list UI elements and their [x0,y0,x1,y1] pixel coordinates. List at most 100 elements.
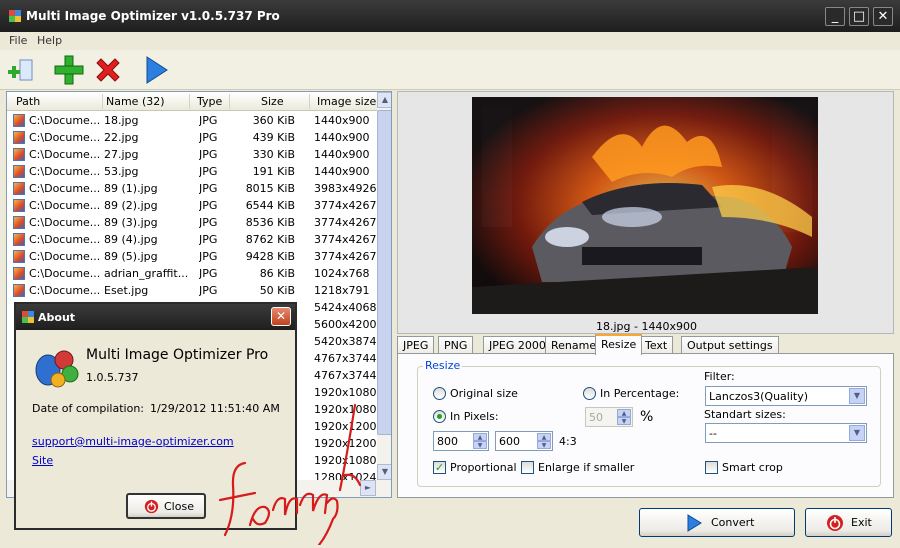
cell-path: C:\Docume... [29,250,101,263]
filter-label: Filter: [704,370,735,383]
tab-resize[interactable]: Resize [595,334,643,355]
standard-sizes-select[interactable]: -- ▼ [705,423,867,443]
in-percentage-radio[interactable] [583,387,596,400]
scroll-up-icon[interactable]: ▲ [377,92,391,108]
column-size[interactable]: Size [261,95,284,108]
table-row[interactable]: C:\Docume... Eset.jpg JPG 50 KiB 1218x791 [7,282,377,299]
stepper-up-icon[interactable]: ▲ [473,433,487,441]
table-row[interactable]: C:\Docume... 27.jpg JPG 330 KiB 1440x900 [7,146,377,163]
stepper-down-icon[interactable]: ▼ [473,441,487,449]
tab-output-settings[interactable]: Output settings [681,336,779,354]
chevron-down-icon[interactable]: ▼ [849,388,865,404]
image-file-icon [13,216,25,229]
cell-type: JPG [199,233,218,246]
support-email-link[interactable]: support@multi-image-optimizer.com [32,435,234,448]
table-row[interactable]: C:\Docume... 89 (1).jpg JPG 8015 KiB 3983x49… [7,180,377,197]
table-row[interactable]: C:\Docume... 89 (5).jpg JPG 9428 KiB 3774x42… [7,248,377,265]
app-icon [9,10,21,22]
column-type[interactable]: Type [197,95,222,108]
image-file-icon [13,267,25,280]
table-row[interactable]: C:\Docume... 89 (3).jpg JPG 8536 KiB 3774x42… [7,214,377,231]
image-file-icon [13,284,25,297]
percentage-stepper[interactable]: 50 ▲ ▼ [585,407,633,427]
main-window: Multi Image Optimizer v1.0.5.737 Pro _ □… [0,0,900,548]
power-icon [144,499,159,514]
table-row[interactable]: C:\Docume... 18.jpg JPG 360 KiB 1440x900 [7,112,377,129]
cell-name: 89 (2).jpg [104,199,158,212]
compilation-label: Date of compilation: [32,402,144,415]
image-file-icon [13,182,25,195]
table-row[interactable]: C:\Docume... 22.jpg JPG 439 KiB 1440x900 [7,129,377,146]
about-close-icon[interactable]: ✕ [271,307,291,326]
cell-path: C:\Docume... [29,267,101,280]
tab-rename[interactable]: Rename [545,336,603,354]
site-link[interactable]: Site [32,454,53,467]
height-value: 600 [499,435,520,448]
cell-type: JPG [199,182,218,195]
cell-name: 89 (4).jpg [104,233,158,246]
cell-name: Eset.jpg [104,284,149,297]
cell-image-size: 5420x3874 [314,335,376,348]
title-bar[interactable]: Multi Image Optimizer v1.0.5.737 Pro _ □… [0,0,900,32]
about-title-bar[interactable]: About ✕ [16,304,295,330]
table-row[interactable]: C:\Docume... 89 (2).jpg JPG 6544 KiB 3774x42… [7,197,377,214]
cell-path: C:\Docume... [29,165,101,178]
product-logo-icon [35,350,79,388]
proportional-label: Proportional [450,461,517,474]
scroll-down-icon[interactable]: ▼ [377,464,391,480]
cell-size: 9428 KiB [245,250,295,263]
height-stepper[interactable]: 600 ▲ ▼ [495,431,553,451]
vertical-scrollbar[interactable]: ▲ ▼ [377,92,391,480]
cell-image-size: 1440x900 [314,148,370,161]
original-size-radio[interactable] [433,387,446,400]
column-path[interactable]: Path [16,95,40,108]
convert-button[interactable]: Convert [639,508,795,537]
stepper-down-icon[interactable]: ▼ [617,417,631,425]
cell-type: JPG [199,131,218,144]
cell-size: 86 KiB [259,267,295,280]
maximize-button[interactable]: □ [849,7,869,26]
add-icon[interactable] [53,54,85,86]
stepper-up-icon[interactable]: ▲ [617,409,631,417]
close-button[interactable]: ✕ [873,7,893,26]
smart-crop-label: Smart crop [722,461,783,474]
add-folder-icon[interactable] [6,54,38,86]
proportional-checkbox[interactable]: ✓ [433,461,446,474]
tab-png[interactable]: PNG [438,336,474,354]
cell-path: C:\Docume... [29,284,101,297]
stepper-up-icon[interactable]: ▲ [537,433,551,441]
cell-name: 27.jpg [104,148,139,161]
about-title: About [38,311,76,324]
minimize-button[interactable]: _ [825,7,845,26]
column-name[interactable]: Name (32) [106,95,165,108]
exit-button[interactable]: Exit [805,508,892,537]
smart-crop-checkbox[interactable] [705,461,718,474]
scrollbar-thumb[interactable] [377,110,391,435]
cell-size: 439 KiB [252,131,295,144]
table-row[interactable]: C:\Docume... 89 (4).jpg JPG 8762 KiB 3774x42… [7,231,377,248]
table-row[interactable]: C:\Docume... 53.jpg JPG 191 KiB 1440x900 [7,163,377,180]
about-close-button[interactable]: Close [126,493,206,519]
play-icon [687,514,702,532]
stepper-down-icon[interactable]: ▼ [537,441,551,449]
menu-file[interactable]: File [9,34,27,47]
cell-image-size: 1024x768 [314,267,370,280]
cell-name: 89 (1).jpg [104,182,158,195]
tab-jpeg2000[interactable]: JPEG 2000 [483,336,552,354]
play-icon[interactable] [140,54,172,86]
cell-image-size: 1218x791 [314,284,370,297]
width-stepper[interactable]: 800 ▲ ▼ [433,431,489,451]
enlarge-checkbox[interactable] [521,461,534,474]
table-row[interactable]: C:\Docume... adrian_graffit... JPG 86 KiB 10… [7,265,377,282]
remove-icon[interactable] [92,54,124,86]
in-pixels-radio[interactable] [433,410,446,423]
menu-help[interactable]: Help [37,34,62,47]
image-file-icon [13,148,25,161]
chevron-down-icon[interactable]: ▼ [849,425,865,441]
resize-group: Resize Original size In Percentage: In P… [417,359,881,487]
column-image-size[interactable]: Image size [317,95,376,108]
tab-text[interactable]: Text [639,336,674,354]
tab-jpeg[interactable]: JPEG [397,336,435,354]
cell-path: C:\Docume... [29,182,101,195]
filter-select[interactable]: Lanczos3(Quality) ▼ [705,386,867,406]
